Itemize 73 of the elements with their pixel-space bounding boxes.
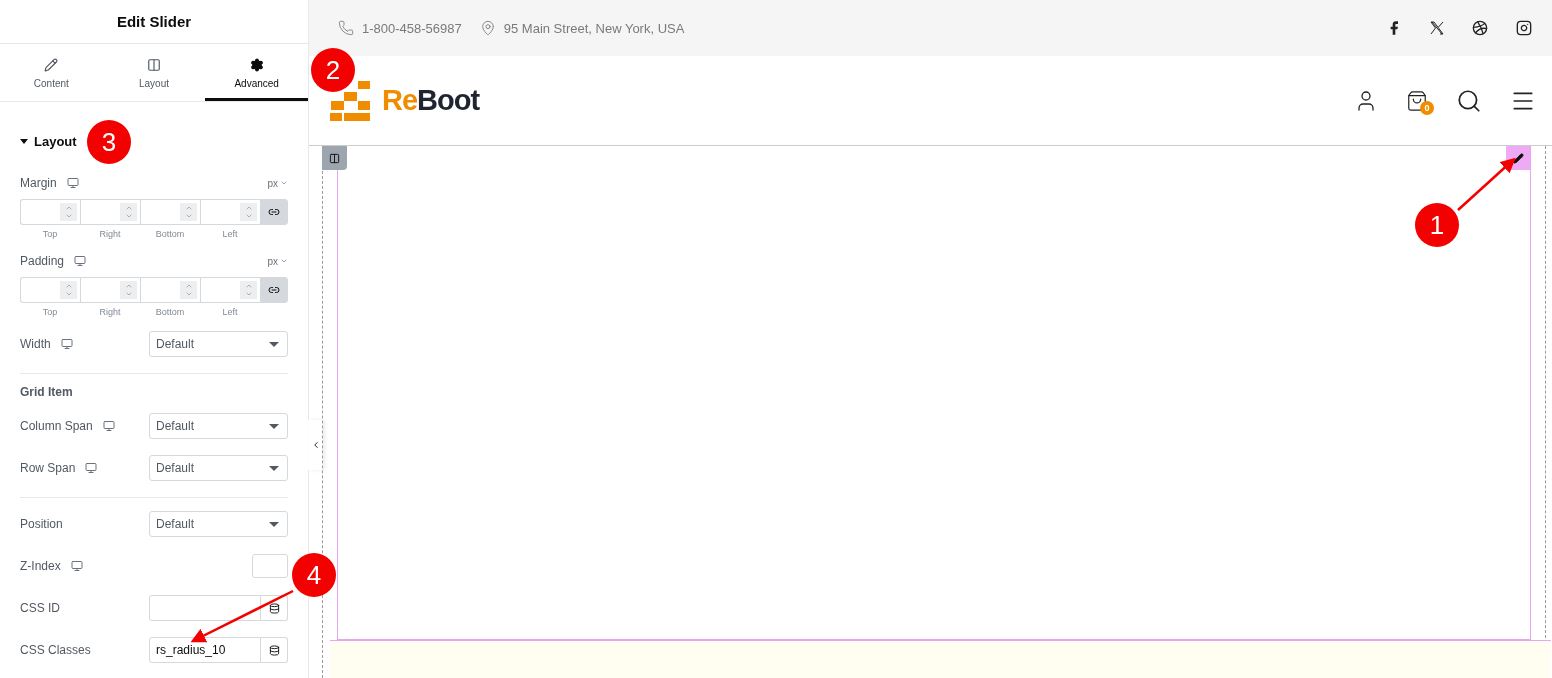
desktop-icon[interactable]: [85, 462, 98, 474]
desktop-icon[interactable]: [70, 560, 83, 572]
panel-title: Edit Slider: [0, 0, 308, 44]
panel-tab[interactable]: Layout: [102, 44, 206, 101]
field-label: Row Span: [20, 461, 76, 475]
unit-selector[interactable]: px: [267, 177, 288, 189]
chevron-down-icon: [280, 257, 288, 265]
database-icon: [268, 644, 280, 656]
number-field[interactable]: [20, 277, 80, 303]
desktop-icon[interactable]: [102, 420, 115, 432]
input-field[interactable]: rs_radius_10: [149, 637, 261, 663]
field-label: Position: [20, 517, 63, 531]
side-label: Bottom: [154, 229, 186, 239]
field-label: Width: [20, 337, 51, 351]
number-field[interactable]: [140, 199, 200, 225]
field-label: Z-Index: [20, 559, 61, 573]
columns-icon: [329, 152, 340, 164]
link-values-button[interactable]: [260, 277, 288, 303]
gear-icon: [249, 57, 264, 72]
link-values-button[interactable]: [260, 199, 288, 225]
field-label: Column Span: [20, 419, 93, 433]
input-field[interactable]: [252, 554, 288, 578]
select-field[interactable]: Default: [149, 413, 288, 439]
pencil-icon: [44, 57, 59, 72]
location-pin-icon: [479, 20, 496, 36]
field-label: Padding: [20, 254, 65, 268]
database-icon: [268, 602, 280, 614]
desktop-icon[interactable]: [74, 255, 87, 267]
arrow: [1455, 158, 1515, 213]
side-label: Right: [98, 307, 122, 317]
number-field[interactable]: [80, 199, 140, 225]
select-field[interactable]: Default: [149, 455, 288, 481]
phone-number: 1-800-458-56987: [362, 20, 462, 36]
input-field[interactable]: [149, 595, 261, 621]
container-handle[interactable]: [322, 146, 347, 170]
pencil-icon: [1512, 152, 1524, 164]
columns-icon: [147, 57, 161, 72]
link-icon: [268, 284, 280, 296]
number-field[interactable]: [200, 277, 260, 303]
side-label: Top: [41, 229, 59, 239]
search-icon[interactable]: [1456, 87, 1482, 114]
side-label: Left: [221, 307, 239, 317]
unit-selector[interactable]: px: [267, 255, 288, 267]
shopping-bag-icon[interactable]: [1406, 89, 1428, 112]
number-field[interactable]: [20, 199, 80, 225]
cart-count: 0: [1420, 100, 1434, 115]
panel-tab[interactable]: Content: [0, 44, 103, 101]
side-label: Bottom: [154, 307, 186, 317]
number-field[interactable]: [200, 199, 260, 225]
number-field[interactable]: [140, 277, 200, 303]
field-label: CSS Classes: [20, 643, 91, 657]
desktop-icon[interactable]: [60, 338, 73, 350]
field-label: CSS ID: [20, 601, 60, 615]
x-icon[interactable]: [1430, 21, 1444, 35]
dribbble-icon[interactable]: [1472, 20, 1488, 36]
dynamic-tags-button[interactable]: [261, 637, 288, 663]
logo-text[interactable]: ReBoot: [382, 84, 480, 117]
desktop-icon[interactable]: [66, 177, 79, 189]
select-field[interactable]: Default: [149, 331, 288, 357]
group-heading: Grid Item: [20, 384, 74, 401]
section-toggle[interactable]: Layout: [20, 134, 77, 149]
chevron-down-icon: [280, 179, 288, 187]
number-field[interactable]: [80, 277, 140, 303]
select-field[interactable]: Default: [149, 511, 288, 537]
instagram-icon[interactable]: [1516, 20, 1532, 36]
side-label: Top: [41, 307, 59, 317]
side-label: Right: [98, 229, 122, 239]
address-text: 95 Main Street, New York, USA: [503, 20, 685, 36]
side-label: Left: [221, 229, 239, 239]
phone-icon: [338, 20, 354, 36]
collapse-panel-button[interactable]: [308, 420, 323, 470]
field-label: Margin: [20, 176, 57, 190]
link-icon: [268, 206, 280, 218]
